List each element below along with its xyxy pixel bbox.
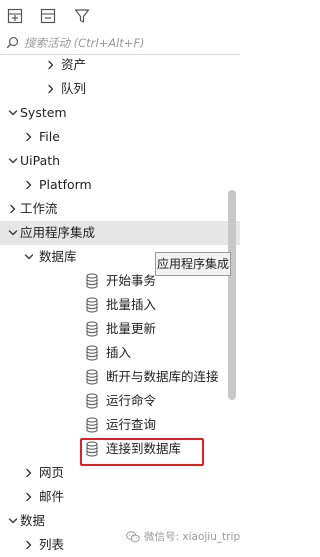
tree-item-label: 运行查询 (106, 417, 157, 432)
chevron-down-icon[interactable] (8, 228, 18, 238)
tree-category[interactable]: 资产 (0, 53, 240, 77)
tree-item-label: 批量插入 (106, 297, 157, 312)
chevron-right-icon[interactable] (8, 204, 18, 214)
chevron-right-icon[interactable] (24, 492, 34, 502)
tree-item-label: 应用程序集成 (20, 225, 96, 240)
database-icon (86, 417, 98, 433)
watermark-text: 微信号: xiaojiu_trip (144, 531, 241, 543)
database-icon (86, 369, 98, 385)
tree-scrollbar[interactable] (228, 190, 236, 400)
activity-item[interactable]: 断开与数据库的连接 (0, 365, 240, 389)
database-icon (86, 273, 98, 289)
tree-category[interactable]: Platform (0, 173, 240, 197)
chevron-down-icon[interactable] (8, 156, 18, 166)
database-icon (86, 297, 98, 313)
tree-item-label: 断开与数据库的连接 (106, 369, 219, 384)
activity-item[interactable]: 批量更新 (0, 317, 240, 341)
wechat-icon (126, 531, 140, 543)
tree-item-label: 插入 (106, 345, 132, 360)
tree-item-label: 邮件 (39, 489, 65, 504)
tooltip: 应用程序集成 (155, 252, 231, 276)
filter-icon[interactable] (74, 8, 90, 24)
tree-item-label: 队列 (61, 81, 87, 96)
collapse-all-icon[interactable] (40, 8, 56, 24)
database-icon (86, 345, 98, 361)
tree-item-label: System (20, 105, 67, 120)
chevron-right-icon[interactable] (24, 180, 34, 190)
activity-item[interactable]: 批量插入 (0, 293, 240, 317)
tree-category[interactable]: File (0, 125, 240, 149)
chevron-down-icon[interactable] (24, 252, 34, 262)
search-icon (6, 36, 19, 49)
chevron-right-icon[interactable] (24, 540, 34, 550)
database-icon (86, 393, 98, 409)
chevron-right-icon[interactable] (46, 84, 56, 94)
tree-item-label: 工作流 (20, 201, 58, 216)
chevron-right-icon[interactable] (24, 132, 34, 142)
highlight-box (80, 438, 204, 466)
tree-category[interactable]: 邮件 (0, 485, 240, 509)
chevron-right-icon[interactable] (46, 60, 56, 70)
chevron-right-icon[interactable] (24, 468, 34, 478)
tree-item-label: 批量更新 (106, 321, 157, 336)
tree-item-label: 数据库 (39, 249, 77, 264)
tree-item-label: 网页 (39, 465, 65, 480)
tree-item-label: UiPath (20, 153, 61, 168)
tree-item-label: 开始事务 (106, 273, 157, 288)
toolbar (0, 0, 240, 32)
search-input[interactable] (24, 35, 230, 51)
tree-item-label: File (39, 129, 60, 144)
expand-all-icon[interactable] (7, 8, 23, 24)
tree-item-label: Platform (39, 177, 92, 192)
chevron-down-icon[interactable] (8, 108, 18, 118)
activity-item[interactable]: 运行查询 (0, 413, 240, 437)
tree-category[interactable]: 队列 (0, 77, 240, 101)
activity-item[interactable]: 运行命令 (0, 389, 240, 413)
tree-item-label: 数据 (20, 513, 46, 528)
tree-category[interactable]: 工作流 (0, 197, 240, 221)
chevron-down-icon[interactable] (8, 516, 18, 526)
tree-item-label: 运行命令 (106, 393, 157, 408)
activities-tree: 资产 队列 System File UiPath Platform 工作流 应用程序集成 数据库… (0, 53, 240, 552)
activity-item[interactable]: 插入 (0, 341, 240, 365)
tree-category[interactable]: UiPath (0, 149, 240, 173)
tree-category[interactable]: 应用程序集成 (0, 221, 240, 245)
tree-category[interactable]: System (0, 101, 240, 125)
search-bar (0, 32, 240, 55)
database-icon (86, 321, 98, 337)
tree-item-label: 资产 (61, 57, 87, 72)
